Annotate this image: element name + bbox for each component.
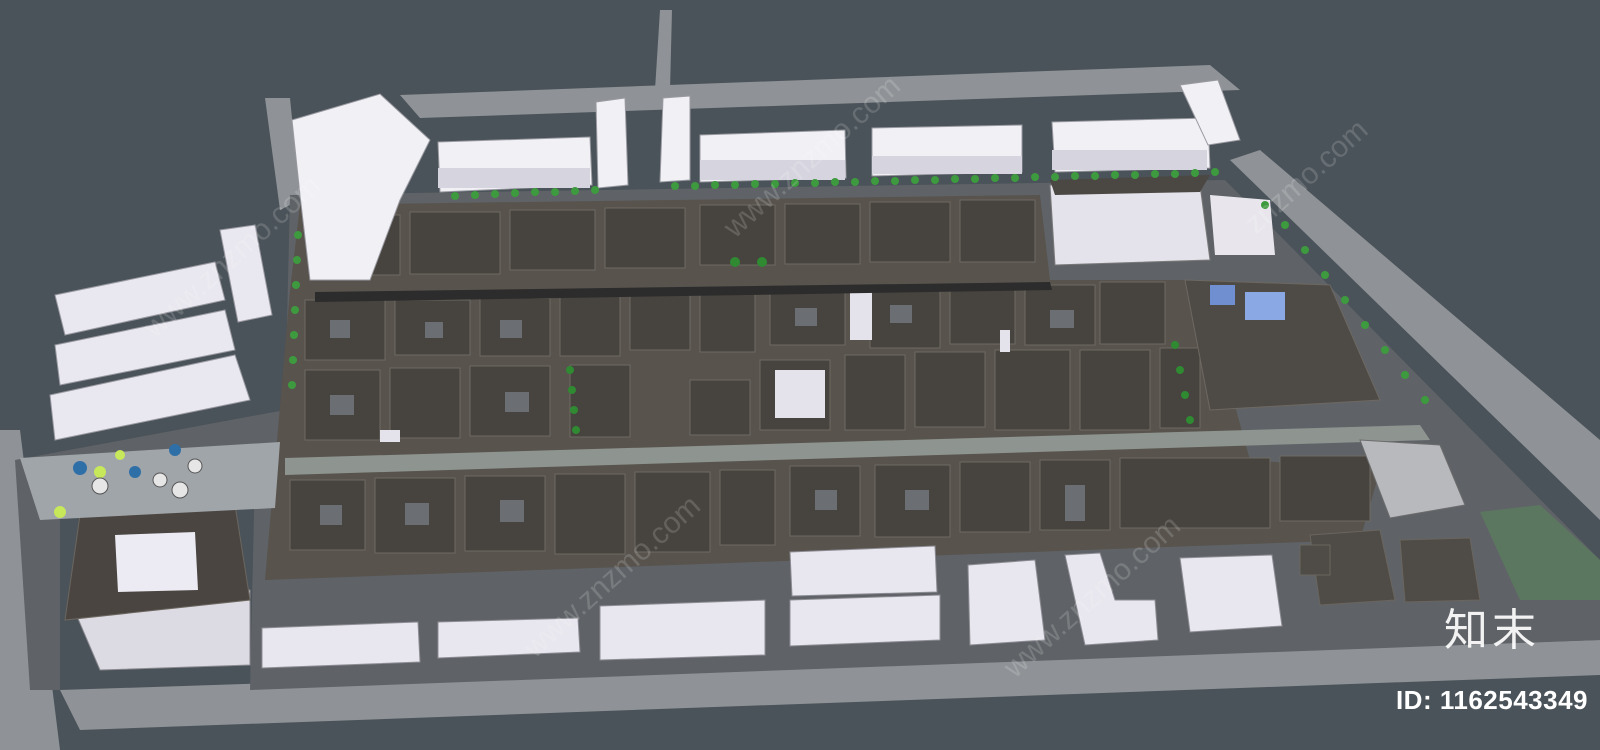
brand-logo: 知末 bbox=[1444, 605, 1540, 656]
southwest-pavilion bbox=[64, 504, 251, 671]
image-id-label: ID: 1162543349 bbox=[1395, 685, 1588, 715]
site-model-view bbox=[0, 0, 1600, 750]
